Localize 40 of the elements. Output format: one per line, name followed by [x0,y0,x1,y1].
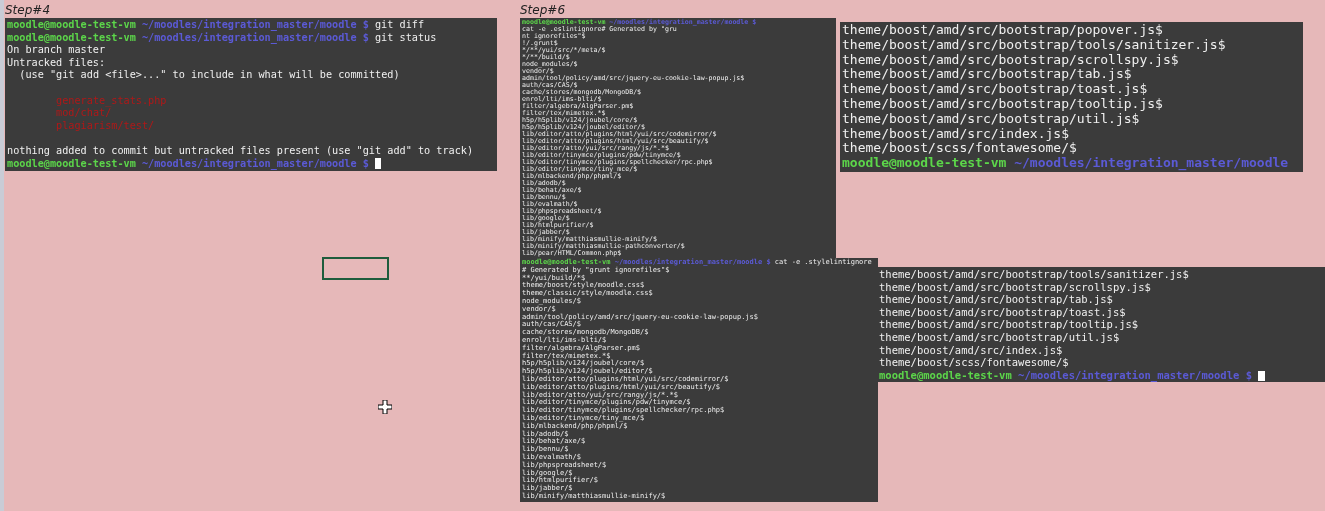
terminal-line: On branch master [7,44,106,56]
terminal-line: theme/boost/amd/src/bootstrap/util.js$ [842,110,1140,126]
prompt-user: moodle@moodle-test-vm [842,155,1007,171]
terminal-line: theme/boost/amd/src/index.js$ [879,343,1063,356]
command-text: git status [374,31,437,43]
prompt-user: moodle@moodle-test-vm [7,19,136,30]
terminal-line: theme/boost/amd/src/bootstrap/scrollspy.js$ [842,51,1179,67]
terminal-line: theme/boost/scss/fontawesome/$ [879,356,1069,369]
prompt-user: moodle@moodle-test-vm [7,157,136,169]
terminal-line: theme/boost/amd/src/bootstrap/tools/sanitizer.js$ [842,36,1226,52]
prompt-user: moodle@moodle-test-vm [7,31,136,43]
terminal-line: theme/boost/amd/src/bootstrap/tools/sanitizer.js$ [879,268,1189,280]
terminal-line: theme/boost/amd/src/bootstrap/toast.js$ [879,305,1126,318]
terminal-line: theme/boost/amd/src/bootstrap/tooltip.js$ [879,318,1139,331]
prompt-path: ~/moodles/integration_master/moodle $ [141,157,369,169]
step-caption: Step#4 [5,2,51,18]
terminal-line: theme/boost/amd/src/bootstrap/toast.js$ [842,81,1148,97]
prompt-path: ~/moodles/integration_master/moodle $ [1018,368,1252,381]
terminal-line: theme/boost/amd/src/index.js$ [842,125,1069,141]
terminal-line: (use "git add <file>..." to include in what will be committed) [18,69,400,81]
prompt-path: ~/moodles/integration_master/moodle $ [141,19,369,30]
terminal-line: theme/boost/scss/fontawesome/$ [842,140,1077,156]
crosshair-cursor-icon [378,400,392,414]
prompt-path: ~/moodles/integration_master/moodle $ [141,31,369,43]
terminal-line: nothing added to commit but untracked files present (use "git add" to track) [7,144,474,156]
prompt-path: ~/moodles/integration_master/moodle [1014,155,1289,171]
terminal-line: theme/boost/amd/src/bootstrap/util.js$ [879,330,1120,343]
terminal-line: theme/boost/amd/src/bootstrap/tab.js$ [879,293,1113,306]
selected-cell[interactable] [322,257,389,280]
terminal-line: Untracked files: [7,56,106,68]
terminal-line: theme/boost/amd/src/bootstrap/tab.js$ [842,66,1132,82]
terminal-line: theme/boost/amd/src/bootstrap/scrollspy.js$ [879,280,1151,293]
untracked-file: generate_stats.php [55,94,167,106]
command-text: git diff [374,19,425,30]
terminal-line: theme/boost/amd/src/bootstrap/popover.js$ [842,22,1163,37]
step-caption: Step#6 [520,2,566,18]
untracked-file: mod/chat/ [55,107,112,119]
untracked-file: plagiarism/test/ [55,119,155,131]
prompt-user: moodle@moodle-test-vm [879,368,1012,381]
terminal-line: theme/boost/amd/src/bootstrap/tooltip.js$ [842,96,1163,111]
